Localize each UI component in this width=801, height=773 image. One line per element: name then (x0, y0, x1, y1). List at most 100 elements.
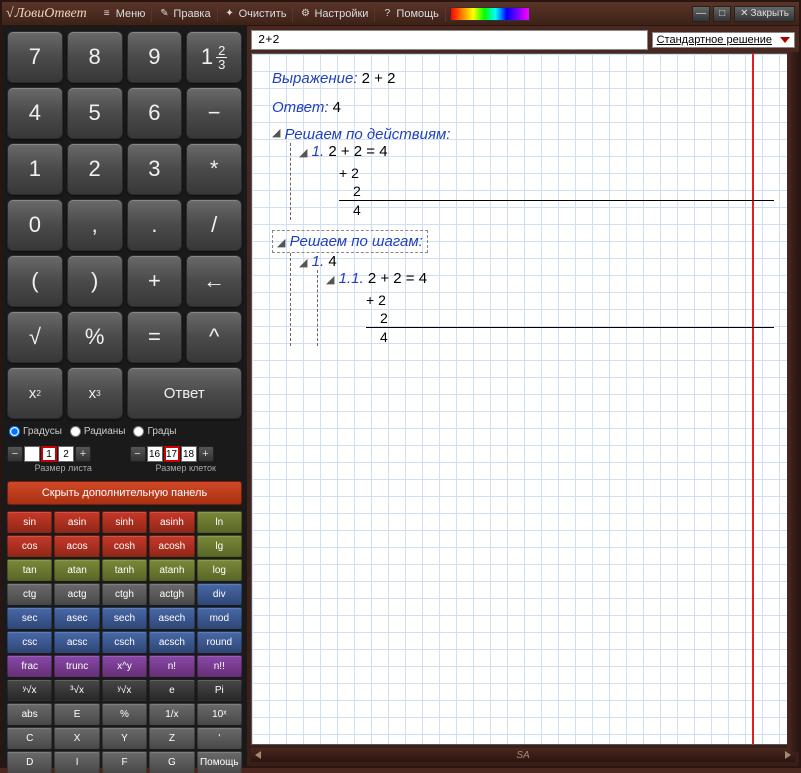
solution-mode-select[interactable]: Стандартное решение (652, 32, 795, 48)
mode-grads[interactable]: Грады (133, 426, 176, 437)
key-lparen[interactable]: ( (7, 255, 63, 307)
sheet-dec[interactable]: − (7, 446, 23, 462)
key-minus[interactable]: − (186, 87, 242, 139)
toggle-extra-panel[interactable]: Скрыть дополнительную панель (7, 481, 242, 505)
menu-settings[interactable]: ⚙Настройки (293, 6, 375, 22)
fn-G[interactable]: G (149, 751, 194, 773)
fn-actg[interactable]: actg (54, 583, 99, 605)
fn-C[interactable]: C (7, 727, 52, 749)
fn-'[interactable]: ' (197, 727, 242, 749)
fn-asec[interactable]: asec (54, 607, 99, 629)
fn-ctg[interactable]: ctg (7, 583, 52, 605)
fn-sec[interactable]: sec (7, 607, 52, 629)
fn-atanh[interactable]: atanh (149, 559, 194, 581)
fn-ln[interactable]: ln (197, 511, 242, 533)
fn-trunc[interactable]: trunc (54, 655, 99, 677)
sheet-inc[interactable]: + (75, 446, 91, 462)
key-3[interactable]: 3 (127, 143, 183, 195)
cell-v0[interactable]: 16 (147, 446, 163, 462)
key-plus[interactable]: + (127, 255, 183, 307)
menu-help[interactable]: ?Помощь (375, 6, 446, 22)
key-equals[interactable]: = (127, 311, 183, 363)
fn-³√x[interactable]: ³√x (54, 679, 99, 701)
fn-Z[interactable]: Z (149, 727, 194, 749)
fn-tan[interactable]: tan (7, 559, 52, 581)
fn-mod[interactable]: mod (197, 607, 242, 629)
key-divide[interactable]: / (186, 199, 242, 251)
cell-dec[interactable]: − (130, 446, 146, 462)
key-comma[interactable]: , (67, 199, 123, 251)
menu-edit[interactable]: ✎Правка (152, 6, 217, 22)
fn-log[interactable]: log (197, 559, 242, 581)
fn-atan[interactable]: atan (54, 559, 99, 581)
key-6[interactable]: 6 (127, 87, 183, 139)
key-dot[interactable]: . (127, 199, 183, 251)
key-power[interactable]: ^ (186, 311, 242, 363)
sheet-v0[interactable] (24, 446, 40, 462)
fn-csch[interactable]: csch (102, 631, 147, 653)
mode-radians[interactable]: Радианы (70, 426, 126, 437)
fn-cos[interactable]: cos (7, 535, 52, 557)
fn-sin[interactable]: sin (7, 511, 52, 533)
key-1[interactable]: 1 (7, 143, 63, 195)
expression-input[interactable] (251, 30, 648, 50)
fn-actgh[interactable]: actgh (149, 583, 194, 605)
key-mixed-frac[interactable]: 123 (186, 31, 242, 83)
v-scrollbar[interactable] (787, 52, 799, 752)
fn-div[interactable]: div (197, 583, 242, 605)
key-9[interactable]: 9 (127, 31, 183, 83)
fn-asin[interactable]: asin (54, 511, 99, 533)
key-4[interactable]: 4 (7, 87, 63, 139)
fn-Помощь[interactable]: Помощь (197, 751, 242, 773)
fn-e[interactable]: e (149, 679, 194, 701)
fn-asech[interactable]: asech (149, 607, 194, 629)
maximize-button[interactable]: □ (713, 6, 731, 22)
key-answer[interactable]: Ответ (127, 367, 243, 419)
fn-lg[interactable]: lg (197, 535, 242, 557)
h-scrollbar[interactable]: SA (251, 748, 795, 762)
close-button[interactable]: ✕Закрыть (734, 6, 795, 22)
fn-acos[interactable]: acos (54, 535, 99, 557)
fn-asinh[interactable]: asinh (149, 511, 194, 533)
menu-main[interactable]: ≡Меню (95, 6, 153, 22)
key-8[interactable]: 8 (67, 31, 123, 83)
fn-acosh[interactable]: acosh (149, 535, 194, 557)
key-percent[interactable]: % (67, 311, 123, 363)
fn-abs[interactable]: abs (7, 703, 52, 725)
menu-clear[interactable]: ✦Очистить (218, 6, 294, 22)
fn-frac[interactable]: frac (7, 655, 52, 677)
key-2[interactable]: 2 (67, 143, 123, 195)
fn-%[interactable]: % (102, 703, 147, 725)
cell-v1[interactable]: 17 (164, 446, 180, 462)
fn-ʸ√x[interactable]: ʸ√x (7, 679, 52, 701)
key-7[interactable]: 7 (7, 31, 63, 83)
sheet-v2[interactable]: 2 (58, 446, 74, 462)
cell-inc[interactable]: + (198, 446, 214, 462)
fn-acsc[interactable]: acsc (54, 631, 99, 653)
key-multiply[interactable]: * (186, 143, 242, 195)
fn-ʸ√x[interactable]: ʸ√x (102, 679, 147, 701)
key-5[interactable]: 5 (67, 87, 123, 139)
fn-ctgh[interactable]: ctgh (102, 583, 147, 605)
key-sq[interactable]: x2 (7, 367, 63, 419)
fn-n![interactable]: n! (149, 655, 194, 677)
cell-v2[interactable]: 18 (181, 446, 197, 462)
fn-Y[interactable]: Y (102, 727, 147, 749)
fn-F[interactable]: F (102, 751, 147, 773)
fn-sech[interactable]: sech (102, 607, 147, 629)
key-rparen[interactable]: ) (67, 255, 123, 307)
key-backspace[interactable]: ← (186, 255, 242, 307)
sheet-v1[interactable]: 1 (41, 446, 57, 462)
fn-round[interactable]: round (197, 631, 242, 653)
key-cube[interactable]: x3 (67, 367, 123, 419)
fn-sinh[interactable]: sinh (102, 511, 147, 533)
fn-n!![interactable]: n!! (197, 655, 242, 677)
fn-I[interactable]: I (54, 751, 99, 773)
fn-acsch[interactable]: acsch (149, 631, 194, 653)
fn-10ˣ[interactable]: 10ˣ (197, 703, 242, 725)
key-sqrt[interactable]: √ (7, 311, 63, 363)
fn-X[interactable]: X (54, 727, 99, 749)
minimize-button[interactable]: — (692, 6, 710, 22)
key-0[interactable]: 0 (7, 199, 63, 251)
mode-degrees[interactable]: Градусы (9, 426, 62, 437)
